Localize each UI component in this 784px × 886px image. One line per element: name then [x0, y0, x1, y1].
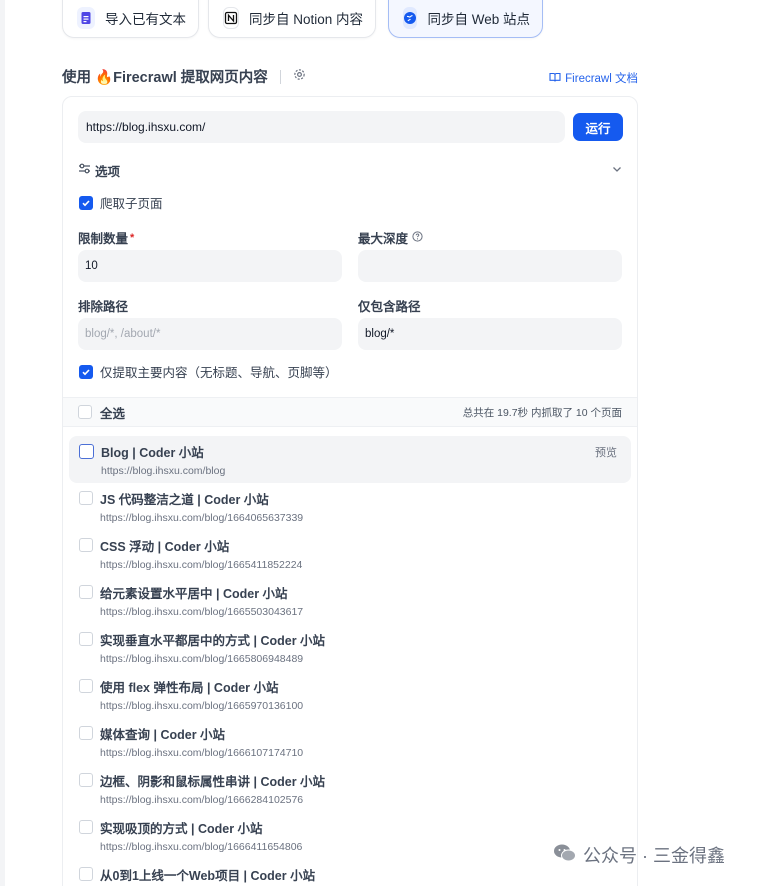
result-item[interactable]: 使用 flex 弹性布局 | Coder 小站 https://blog.ihs…	[69, 671, 631, 718]
tab-web-sync-label: 同步自 Web 站点	[427, 12, 530, 27]
tab-notion-sync[interactable]: 同步自 Notion 内容	[208, 0, 376, 38]
tab-notion-sync-label: 同步自 Notion 内容	[249, 12, 364, 27]
docs-link-label: Firecrawl 文档	[565, 73, 638, 85]
page-title: 使用 🔥Firecrawl 提取网页内容	[62, 70, 268, 86]
options-toggle[interactable]: 选项	[78, 161, 623, 180]
result-title: 给元素设置水平居中 | Coder 小站	[100, 587, 288, 601]
crawl-subpages-option[interactable]: 爬取子页面	[79, 193, 163, 212]
result-checkbox[interactable]	[79, 679, 93, 693]
exclude-paths-placeholder: blog/*, /about/*	[85, 328, 161, 340]
main-content-label: 仅提取主要内容（无标题、导航、页脚等）	[100, 366, 338, 380]
crawl-subpages-checkbox[interactable]	[79, 195, 93, 210]
book-icon	[549, 71, 561, 86]
result-item[interactable]: 给元素设置水平居中 | Coder 小站 https://blog.ihsxu.…	[69, 577, 631, 624]
result-item[interactable]: 从0到1上线一个Web项目 | Coder 小站	[69, 859, 631, 886]
result-item[interactable]: JS 代码整洁之道 | Coder 小站 https://blog.ihsxu.…	[69, 483, 631, 530]
result-item[interactable]: 实现垂直水平都居中的方式 | Coder 小站 https://blog.ihs…	[69, 624, 631, 671]
include-paths-value: blog/*	[365, 328, 395, 340]
result-checkbox[interactable]	[79, 867, 93, 881]
help-circle-icon[interactable]	[412, 230, 423, 245]
result-item[interactable]: Blog | Coder 小站 https://blog.ihsxu.com/b…	[69, 436, 631, 483]
limit-field[interactable]: 10	[78, 250, 342, 282]
limit-label-group: 限制数量 *	[78, 228, 134, 247]
watermark-text: 公众号 · 三金得鑫	[583, 846, 725, 866]
max-depth-label-group: 最大深度	[358, 228, 423, 247]
result-url: https://blog.ihsxu.com/blog/166597013610…	[100, 700, 304, 712]
result-title: Blog | Coder 小站	[101, 446, 204, 460]
settings-gear-icon[interactable]	[293, 68, 306, 86]
results-list: Blog | Coder 小站 https://blog.ihsxu.com/b…	[69, 436, 631, 886]
result-checkbox[interactable]	[79, 632, 93, 646]
include-paths-field[interactable]: blog/*	[358, 318, 622, 350]
crawl-subpages-label: 爬取子页面	[100, 197, 163, 211]
main-content-checkbox[interactable]	[79, 364, 93, 379]
result-url: https://blog.ihsxu.com/blog/166541185222…	[100, 559, 303, 571]
tab-import-text[interactable]: 导入已有文本	[62, 0, 199, 38]
firecrawl-header: 使用 🔥Firecrawl 提取网页内容	[62, 66, 306, 87]
result-title: JS 代码整洁之道 | Coder 小站	[100, 493, 269, 507]
select-all-checkbox[interactable]	[78, 405, 92, 419]
result-checkbox[interactable]	[79, 444, 94, 459]
result-url: https://blog.ihsxu.com/blog/166406563733…	[100, 512, 304, 524]
url-input[interactable]: https://blog.ihsxu.com/	[78, 111, 565, 143]
result-url: https://blog.ihsxu.com/blog/166628410257…	[100, 794, 304, 806]
exclude-paths-field[interactable]: blog/*, /about/*	[78, 318, 342, 350]
required-mark: *	[130, 231, 135, 244]
preview-button[interactable]: 预览	[595, 444, 617, 460]
result-title: 从0到1上线一个Web项目 | Coder 小站	[100, 869, 316, 883]
result-url: https://blog.ihsxu.com/blog/166641165480…	[100, 841, 303, 853]
exclude-paths-label: 排除路径	[78, 300, 129, 314]
options-label: 选项	[95, 165, 121, 179]
chevron-down-icon[interactable]	[611, 162, 623, 180]
result-checkbox[interactable]	[79, 773, 93, 787]
result-title: CSS 浮动 | Coder 小站	[100, 540, 230, 554]
limit-label: 限制数量	[78, 232, 129, 246]
max-depth-label: 最大深度	[358, 232, 409, 246]
result-checkbox[interactable]	[79, 726, 93, 740]
tab-import-text-label: 导入已有文本	[105, 12, 186, 27]
crawl-summary: 总共在 19.7秒 内抓取了 10 个页面	[462, 406, 622, 419]
result-checkbox[interactable]	[79, 585, 93, 599]
left-border	[0, 0, 5, 886]
tab-web-sync[interactable]: 同步自 Web 站点	[388, 0, 543, 38]
result-checkbox[interactable]	[79, 820, 93, 834]
result-url: https://blog.ihsxu.com/blog	[101, 465, 226, 477]
result-url: https://blog.ihsxu.com/blog/166610717471…	[100, 747, 304, 759]
result-item[interactable]: 实现吸顶的方式 | Coder 小站 https://blog.ihsxu.co…	[69, 812, 631, 859]
results-header: 全选 总共在 19.7秒 内抓取了 10 个页面	[63, 397, 637, 427]
firecrawl-docs-link[interactable]: Firecrawl 文档	[549, 70, 638, 86]
result-url: https://blog.ihsxu.com/blog/166580694848…	[100, 653, 304, 665]
url-input-value: https://blog.ihsxu.com/	[86, 120, 206, 134]
result-checkbox[interactable]	[79, 491, 93, 505]
result-title: 边框、阴影和鼠标属性串讲 | Coder 小站	[100, 775, 326, 789]
result-title: 实现吸顶的方式 | Coder 小站	[100, 822, 263, 836]
limit-field-value: 10	[85, 260, 98, 272]
main-content-option[interactable]: 仅提取主要内容（无标题、导航、页脚等）	[79, 362, 338, 381]
wechat-icon	[553, 843, 577, 868]
web-globe-icon	[403, 7, 418, 29]
result-title: 使用 flex 弹性布局 | Coder 小站	[100, 681, 279, 695]
sliders-icon	[78, 162, 91, 180]
result-title: 媒体查询 | Coder 小站	[100, 728, 226, 742]
select-all-label: 全选	[100, 406, 126, 421]
result-checkbox[interactable]	[79, 538, 93, 552]
result-title: 实现垂直水平都居中的方式 | Coder 小站	[100, 634, 326, 648]
max-depth-field[interactable]	[358, 250, 622, 282]
result-url: https://blog.ihsxu.com/blog/166550304361…	[100, 606, 304, 618]
run-button[interactable]: 运行	[573, 113, 623, 141]
divider	[279, 69, 281, 84]
watermark: 公众号 · 三金得鑫	[553, 842, 725, 868]
include-paths-label: 仅包含路径	[358, 300, 421, 314]
notion-icon	[223, 7, 239, 29]
result-item[interactable]: 边框、阴影和鼠标属性串讲 | Coder 小站 https://blog.ihs…	[69, 765, 631, 812]
result-item[interactable]: 媒体查询 | Coder 小站 https://blog.ihsxu.com/b…	[69, 718, 631, 765]
crawler-panel: https://blog.ihsxu.com/ 运行 选项 爬取子页面 限制数量…	[62, 96, 638, 886]
file-text-icon	[77, 7, 95, 29]
result-item[interactable]: CSS 浮动 | Coder 小站 https://blog.ihsxu.com…	[69, 530, 631, 577]
